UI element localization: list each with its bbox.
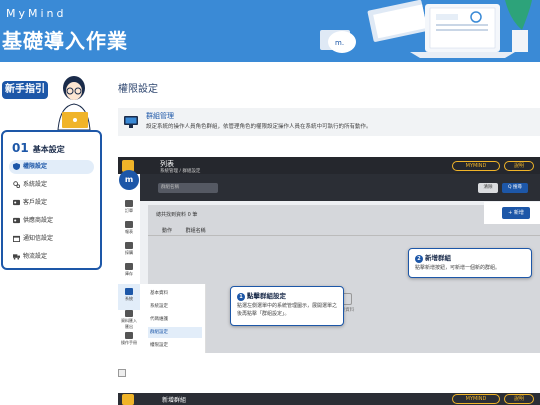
user-menu-button[interactable]: MYMIND — [452, 394, 500, 404]
customer-card-icon — [13, 199, 20, 206]
section-title: 群組管理 — [146, 112, 174, 120]
page-title: 權限設定 — [118, 84, 158, 95]
brand-name: MyMind — [6, 7, 67, 20]
toc-item-permission[interactable]: 權限設定 — [9, 160, 94, 174]
sidebar-item-system[interactable]: 系統 — [121, 288, 137, 304]
toc-item-customer[interactable]: 客戶設定 — [9, 196, 94, 210]
column-header-group-name: 群組名稱 — [185, 228, 206, 234]
toc-item-logistics[interactable]: 物流設定 — [9, 250, 94, 264]
sidebar-item-purchase[interactable]: 採購 — [121, 242, 137, 258]
section-info-bar: 群組管理 設定系統的操作人員角色群組，依管理角色的權限設定操作人員在系統中可執行… — [118, 108, 540, 136]
beginner-guide-button[interactable]: 新手指引 — [2, 81, 48, 99]
shield-icon — [13, 163, 20, 170]
help-button[interactable]: 說明 — [504, 161, 534, 171]
user-menu-button[interactable]: MYMIND — [452, 161, 500, 171]
sidebar-label: 操作手冊 — [121, 340, 137, 345]
submenu-item-code-maintenance[interactable]: 代碼維護 — [148, 314, 202, 325]
sidebar-label: 採購 — [125, 250, 133, 255]
step-number-badge: 2 — [415, 255, 423, 263]
toc-item-notification[interactable]: 通知信設定 — [9, 232, 94, 246]
gears-icon — [125, 288, 133, 295]
sidebar-label: 資料匯入匯出 — [121, 318, 137, 329]
toc-number: 01 — [12, 141, 29, 155]
breadcrumb: 系統管理 / 群組設定 — [160, 169, 201, 174]
toc-item-label: 客戶設定 — [23, 199, 48, 206]
broken-image-icon — [118, 369, 126, 377]
gears-icon — [13, 181, 20, 188]
callout-title: 新增群組 — [425, 254, 451, 262]
sidebar-item-reports[interactable]: 報表 — [121, 221, 137, 237]
manual-icon — [125, 332, 133, 339]
toc-item-label: 物流設定 — [23, 253, 48, 260]
callout-body: 點擊新增按鈕，可新增一個新的群組。 — [415, 265, 501, 271]
import-export-icon — [125, 310, 133, 317]
header-banner: MyMind 基礎導入作業 m. — [0, 0, 540, 62]
section-description: 設定系統的操作人員角色群組，依管理角色的權限設定操作人員在系統中可執行的所有動作… — [146, 124, 372, 130]
app-sidebar-lower: 系統 資料匯入匯出 操作手冊 — [118, 284, 140, 353]
orders-icon — [125, 200, 133, 207]
sidebar-label: 報表 — [125, 229, 133, 234]
table-of-contents: 01 基本設定 權限設定 系統設定 客戶設定 供應商設定 通知信設定 物流設定 — [1, 130, 102, 270]
sidebar-label: 庫存 — [125, 271, 133, 276]
table-header: 動作 群組名稱 — [162, 227, 462, 234]
callout-click-group-settings: 1 點擊群組設定 點選左側選單中的系統管理圖示，展開選單之後再點擊「群組設定」。 — [230, 286, 344, 326]
column-header-action: 動作 — [162, 228, 173, 234]
callout-body: 點選左側選單中的系統管理圖示，展開選單之後再點擊「群組設定」。 — [237, 303, 338, 317]
truck-icon — [13, 254, 20, 260]
callout-heading: 2 新增群組 — [415, 252, 525, 263]
system-submenu: 基本資料 系統設定 代碼維護 群組設定 權限設定 — [140, 284, 206, 353]
purchase-icon — [125, 242, 133, 249]
add-button[interactable]: + 新增 — [502, 207, 530, 219]
sidebar-label: 訂單 — [125, 208, 133, 213]
search-button[interactable]: Q 搜尋 — [502, 183, 528, 193]
result-card: 總共找到資料 0 筆 動作 群組名稱 無結果資料 — [148, 205, 540, 353]
monitor-icon — [124, 116, 138, 128]
toc-title: 基本設定 — [32, 145, 65, 154]
app-logo — [122, 394, 134, 405]
table-divider — [148, 235, 540, 236]
submenu-item-group-settings[interactable]: 群組設定 — [148, 327, 202, 338]
toc-item-system[interactable]: 系統設定 — [9, 178, 94, 192]
calendar-icon — [13, 235, 20, 242]
mymind-logo-icon: m — [119, 170, 139, 190]
submenu-item-permission-settings[interactable]: 權限設定 — [148, 340, 202, 351]
inventory-icon — [125, 263, 133, 270]
submenu-item-basic-data[interactable]: 基本資料 — [148, 288, 202, 299]
sidebar-item-orders[interactable]: 訂單 — [121, 200, 137, 216]
sidebar-item-inventory[interactable]: 庫存 — [121, 263, 137, 279]
app-screenshot-2: 新增群組 MYMIND 說明 — [118, 393, 540, 405]
group-name-search-input[interactable]: 群組名稱 — [158, 183, 218, 193]
callout-add-group: 2 新增群組 點擊新增按鈕，可新增一個新的群組。 — [408, 248, 532, 278]
banner-title: 基礎導入作業 — [2, 29, 128, 53]
svg-text:m.: m. — [335, 39, 344, 47]
guide-mascot — [57, 76, 91, 130]
toc-item-label: 供應商設定 — [23, 217, 54, 224]
help-button[interactable]: 說明 — [504, 394, 534, 404]
submenu-item-system-settings[interactable]: 系統設定 — [148, 301, 202, 312]
clear-button[interactable]: 清除 — [478, 183, 498, 193]
step-number-badge: 1 — [237, 293, 245, 301]
result-count: 總共找到資料 0 筆 — [156, 212, 198, 218]
callout-heading: 1 點擊群組設定 — [237, 290, 337, 301]
screenshot-2-title: 新增群組 — [162, 397, 187, 404]
workspace-illustration: m. — [300, 0, 540, 62]
toc-item-label: 系統設定 — [23, 181, 48, 188]
sidebar-item-import-export[interactable]: 資料匯入匯出 — [121, 310, 137, 329]
toc-item-label: 權限設定 — [23, 163, 48, 170]
toc-heading: 01 基本設定 — [12, 141, 65, 155]
reports-icon — [125, 221, 133, 228]
toc-item-label: 通知信設定 — [23, 235, 54, 242]
toc-item-supplier[interactable]: 供應商設定 — [9, 214, 94, 228]
callout-title: 點擊群組設定 — [247, 292, 286, 300]
sidebar-item-manual[interactable]: 操作手冊 — [121, 332, 137, 348]
sidebar-label: 系統 — [125, 296, 133, 301]
supplier-card-icon — [13, 217, 20, 224]
